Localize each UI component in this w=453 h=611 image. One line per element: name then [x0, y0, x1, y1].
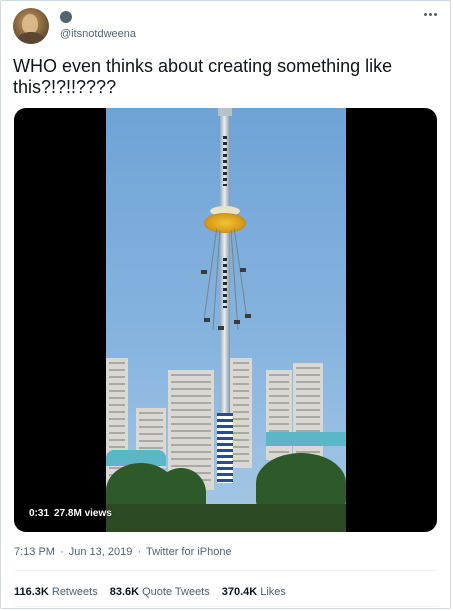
likes-count: 370.4K [221, 586, 258, 598]
avatar-body-shape [17, 32, 45, 44]
dot [423, 12, 427, 16]
divider [14, 606, 438, 607]
dot [433, 12, 437, 16]
building [266, 370, 292, 460]
ride-ring [204, 213, 246, 233]
dot [428, 12, 432, 16]
likes-label: Likes [260, 586, 286, 598]
building [230, 358, 252, 468]
video-frame [106, 108, 346, 532]
retweets-count: 116.3K [14, 586, 49, 598]
tweet-source[interactable]: Twitter for iPhone [146, 546, 232, 558]
retweets-label: Retweets [51, 586, 98, 598]
tower-lettering [223, 258, 227, 308]
separator: · [60, 546, 64, 558]
ground [106, 504, 346, 532]
tweet-metadata: 7:13 PM · Jun 13, 2019 · Twitter for iPh… [14, 546, 232, 558]
castle-roof [266, 432, 346, 446]
video-timecode: 0:31 [29, 508, 50, 519]
ride-cable [230, 230, 239, 330]
likes-stat[interactable]: 370.4K Likes [222, 586, 286, 598]
tweet-date[interactable]: Jun 13, 2019 [69, 546, 133, 558]
divider [14, 570, 438, 571]
ride-seat [245, 314, 251, 318]
ride-seat [204, 318, 210, 322]
retweets-stat[interactable]: 116.3K Retweets [14, 586, 98, 598]
ride-seat [218, 326, 224, 330]
quote-tweets-label: Quote Tweets [142, 586, 210, 598]
ride-seat [240, 268, 246, 272]
ride-seat [201, 270, 207, 274]
ride-seat [234, 320, 240, 324]
tower-lettering [223, 136, 227, 186]
video-player[interactable]: 0:31 27.8M views [14, 108, 437, 532]
drop-tower-top [218, 108, 232, 116]
engagement-stats: 116.3K Retweets 83.6K Quote Tweets 370.4… [14, 586, 286, 598]
view-count-value: 27.8M [54, 508, 82, 519]
quote-tweets-count: 83.6K [109, 586, 140, 598]
quote-tweets-stat[interactable]: 83.6K Quote Tweets [110, 586, 210, 598]
display-name-placeholder-icon[interactable] [60, 11, 72, 23]
video-view-count: 27.8M views [54, 508, 112, 519]
avatar[interactable] [13, 8, 49, 44]
tweet-card: @itsnotdweena WHO even thinks about crea… [0, 0, 451, 609]
tweet-time[interactable]: 7:13 PM [14, 546, 55, 558]
more-options-icon[interactable] [419, 7, 441, 21]
avatar-face-shape [22, 14, 38, 34]
author-handle[interactable]: @itsnotdweena [60, 28, 136, 40]
view-count-label: views [84, 508, 112, 519]
separator: · [137, 546, 142, 558]
tower-base-pattern [217, 413, 233, 483]
tweet-text: WHO even thinks about creating something… [13, 56, 393, 97]
